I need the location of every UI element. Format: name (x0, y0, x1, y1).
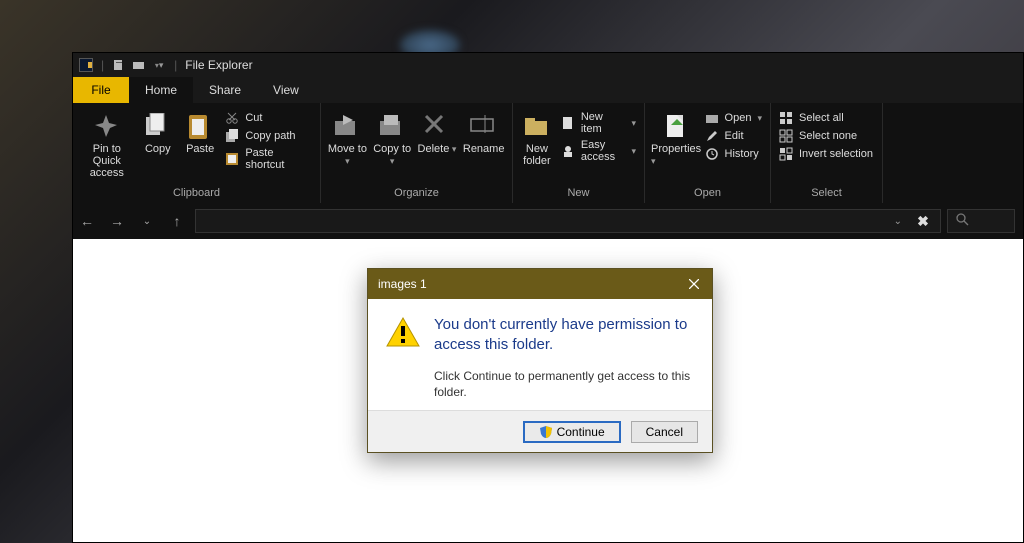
easy-access-button[interactable]: Easy access (561, 139, 636, 163)
refresh-button[interactable]: ✖ (912, 210, 934, 232)
separator: | (101, 58, 104, 72)
copy-button[interactable]: Copy (137, 109, 179, 159)
ribbon-group-clipboard: Pin to Quick access Copy Paste Cut (73, 103, 321, 203)
easy-access-icon (561, 144, 575, 158)
label: Continue (557, 425, 605, 439)
close-button[interactable] (684, 274, 704, 294)
history-icon (705, 147, 719, 161)
ribbon-group-open: Properties Open Edit History (645, 103, 771, 203)
dialog-heading: You don't currently have permission to a… (434, 315, 694, 354)
invert-selection-icon (779, 147, 793, 161)
label: History (725, 148, 759, 160)
file-tab[interactable]: File (73, 77, 129, 103)
open-button[interactable]: Open (705, 111, 762, 125)
group-label: New (513, 184, 644, 203)
search-input[interactable] (947, 209, 1015, 233)
recent-locations-button[interactable]: ⌄ (135, 209, 159, 233)
new-item-icon (561, 116, 575, 130)
paste-button[interactable]: Paste (179, 109, 221, 159)
label: Copy path (245, 130, 295, 142)
label: Move to (327, 143, 368, 167)
open-icon (705, 111, 719, 125)
label: Rename (463, 143, 505, 155)
select-all-button[interactable]: Select all (779, 111, 873, 125)
address-bar[interactable]: ⌄ ✖ (195, 209, 941, 233)
qat-newfolder-icon[interactable] (132, 58, 146, 72)
ribbon-group-new: New folder New item Easy access New (513, 103, 645, 203)
label: Pin to Quick access (79, 143, 135, 179)
up-button[interactable]: ↑ (165, 209, 189, 233)
home-tab[interactable]: Home (129, 77, 193, 103)
nav-bar: ← → ⌄ ↑ ⌄ ✖ (73, 203, 1023, 239)
qat-customize-icon[interactable]: ▾ (152, 58, 166, 72)
edit-icon (705, 129, 719, 143)
dialog-message: Click Continue to permanently get access… (434, 368, 694, 400)
separator: | (174, 58, 177, 72)
label: Properties (651, 143, 703, 167)
new-item-button[interactable]: New item (561, 111, 636, 135)
new-folder-button[interactable]: New folder (517, 109, 557, 171)
dialog-title-bar: images 1 (368, 269, 712, 299)
cut-button[interactable]: Cut (225, 111, 312, 125)
continue-button[interactable]: Continue (523, 421, 621, 443)
label: Easy access (581, 139, 626, 163)
ribbon: Pin to Quick access Copy Paste Cut (73, 103, 1023, 203)
view-tab[interactable]: View (257, 77, 315, 103)
dialog-button-row: Continue Cancel (368, 410, 712, 452)
history-button[interactable]: History (705, 147, 762, 161)
group-label: Open (645, 184, 770, 203)
paste-shortcut-button[interactable]: Paste shortcut (225, 147, 312, 171)
dialog-title: images 1 (378, 277, 427, 291)
label: Copy to (372, 143, 413, 167)
label: Cut (245, 112, 262, 124)
label: Paste shortcut (245, 147, 312, 171)
scissors-icon (225, 111, 239, 125)
copy-to-button[interactable]: Copy to (370, 109, 415, 171)
copy-path-icon (225, 129, 239, 143)
label: Invert selection (799, 148, 873, 160)
ribbon-group-organize: Move to Copy to Delete Rename Organize (321, 103, 513, 203)
label: Delete (418, 143, 457, 155)
label: Cancel (646, 425, 683, 439)
move-to-button[interactable]: Move to (325, 109, 370, 171)
shield-icon (539, 425, 553, 439)
label: New item (581, 111, 626, 135)
app-icon (79, 58, 93, 72)
label: Open (725, 112, 752, 124)
forward-button[interactable]: → (105, 209, 129, 233)
paste-shortcut-icon (225, 152, 239, 166)
label: Copy (145, 143, 171, 155)
delete-button[interactable]: Delete (415, 109, 460, 159)
label: Select all (799, 112, 844, 124)
share-tab[interactable]: Share (193, 77, 257, 103)
close-icon (689, 279, 699, 289)
invert-selection-button[interactable]: Invert selection (779, 147, 873, 161)
back-button[interactable]: ← (75, 209, 99, 233)
group-label: Select (771, 184, 882, 203)
edit-button[interactable]: Edit (705, 129, 762, 143)
cancel-button[interactable]: Cancel (631, 421, 698, 443)
label: Select none (799, 130, 857, 142)
chevron-down-icon[interactable]: ⌄ (894, 216, 902, 227)
title-bar: | ▾ | File Explorer (73, 53, 1023, 77)
select-all-icon (779, 111, 793, 125)
ribbon-group-select: Select all Select none Invert selection … (771, 103, 883, 203)
group-label: Organize (321, 184, 512, 203)
label: Edit (725, 130, 744, 142)
select-none-icon (779, 129, 793, 143)
permission-dialog: images 1 You don't currently have permis… (367, 268, 713, 453)
properties-button[interactable]: Properties (649, 109, 705, 171)
qat-properties-icon[interactable] (112, 58, 126, 72)
pin-quick-access-button[interactable]: Pin to Quick access (77, 109, 137, 183)
warning-icon (386, 317, 420, 347)
copy-path-button[interactable]: Copy path (225, 129, 312, 143)
ribbon-tabs: File Home Share View (73, 77, 1023, 103)
rename-button[interactable]: Rename (459, 109, 508, 159)
select-none-button[interactable]: Select none (779, 129, 873, 143)
search-icon (956, 213, 969, 229)
label: Paste (186, 143, 214, 155)
group-label: Clipboard (73, 184, 320, 203)
window-title: File Explorer (185, 58, 252, 72)
label: New folder (519, 143, 555, 167)
